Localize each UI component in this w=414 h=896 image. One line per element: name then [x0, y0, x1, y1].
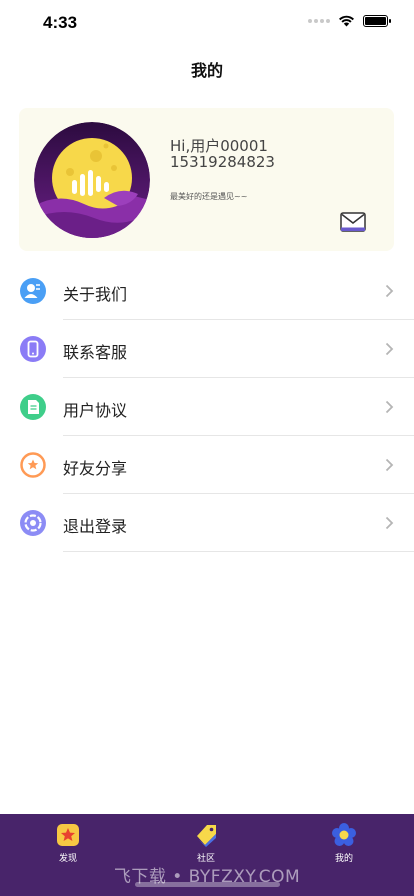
mine-icon [332, 823, 356, 846]
user-agreement-icon [20, 394, 46, 420]
menu-list: 关于我们 联系客服 用户协议 好友分享 退出登录 [0, 262, 414, 552]
chevron-right-icon [385, 400, 394, 414]
mail-icon[interactable] [340, 212, 366, 232]
menu-item-friend-share[interactable]: 好友分享 [0, 436, 414, 494]
user-motto: 最美好的还是遇见~~ [170, 192, 248, 201]
menu-item-label: 好友分享 [63, 459, 128, 478]
community-icon [197, 825, 216, 847]
chevron-right-icon [385, 458, 394, 472]
tab-mine[interactable]: 我的 [304, 822, 384, 864]
menu-item-about-us[interactable]: 关于我们 [0, 262, 414, 320]
tab-discover[interactable]: 发现 [28, 822, 108, 864]
menu-item-user-agreement[interactable]: 用户协议 [0, 378, 414, 436]
contact-service-icon [20, 336, 46, 362]
chevron-right-icon [385, 342, 394, 356]
profile-card: Hi,用户00001 15319284823 最美好的还是遇见~~ [19, 108, 394, 251]
divider [63, 551, 414, 552]
avatar[interactable] [34, 122, 150, 238]
home-indicator[interactable] [135, 882, 280, 887]
user-phone: 15319284823 [170, 153, 275, 171]
menu-item-logout[interactable]: 退出登录 [0, 494, 414, 552]
menu-item-label: 关于我们 [63, 285, 128, 304]
discover-icon [57, 824, 79, 846]
status-icons [308, 15, 391, 27]
page-title: 我的 [190, 61, 223, 80]
status-time: 4:33 [43, 13, 78, 32]
tab-community[interactable]: 社区 [166, 822, 246, 864]
wifi-icon [339, 15, 354, 27]
friend-share-icon [20, 452, 46, 478]
cellular-signal-icon [308, 19, 330, 23]
menu-item-label: 用户协议 [63, 401, 128, 420]
chevron-right-icon [385, 284, 394, 298]
menu-item-label: 联系客服 [63, 343, 128, 362]
menu-item-label: 退出登录 [63, 517, 128, 536]
chevron-right-icon [385, 516, 394, 530]
logout-icon [20, 510, 46, 536]
battery-icon [363, 15, 391, 27]
status-bar: 4:33 [0, 0, 414, 46]
about-us-icon [20, 278, 46, 304]
menu-item-contact-service[interactable]: 联系客服 [0, 320, 414, 378]
